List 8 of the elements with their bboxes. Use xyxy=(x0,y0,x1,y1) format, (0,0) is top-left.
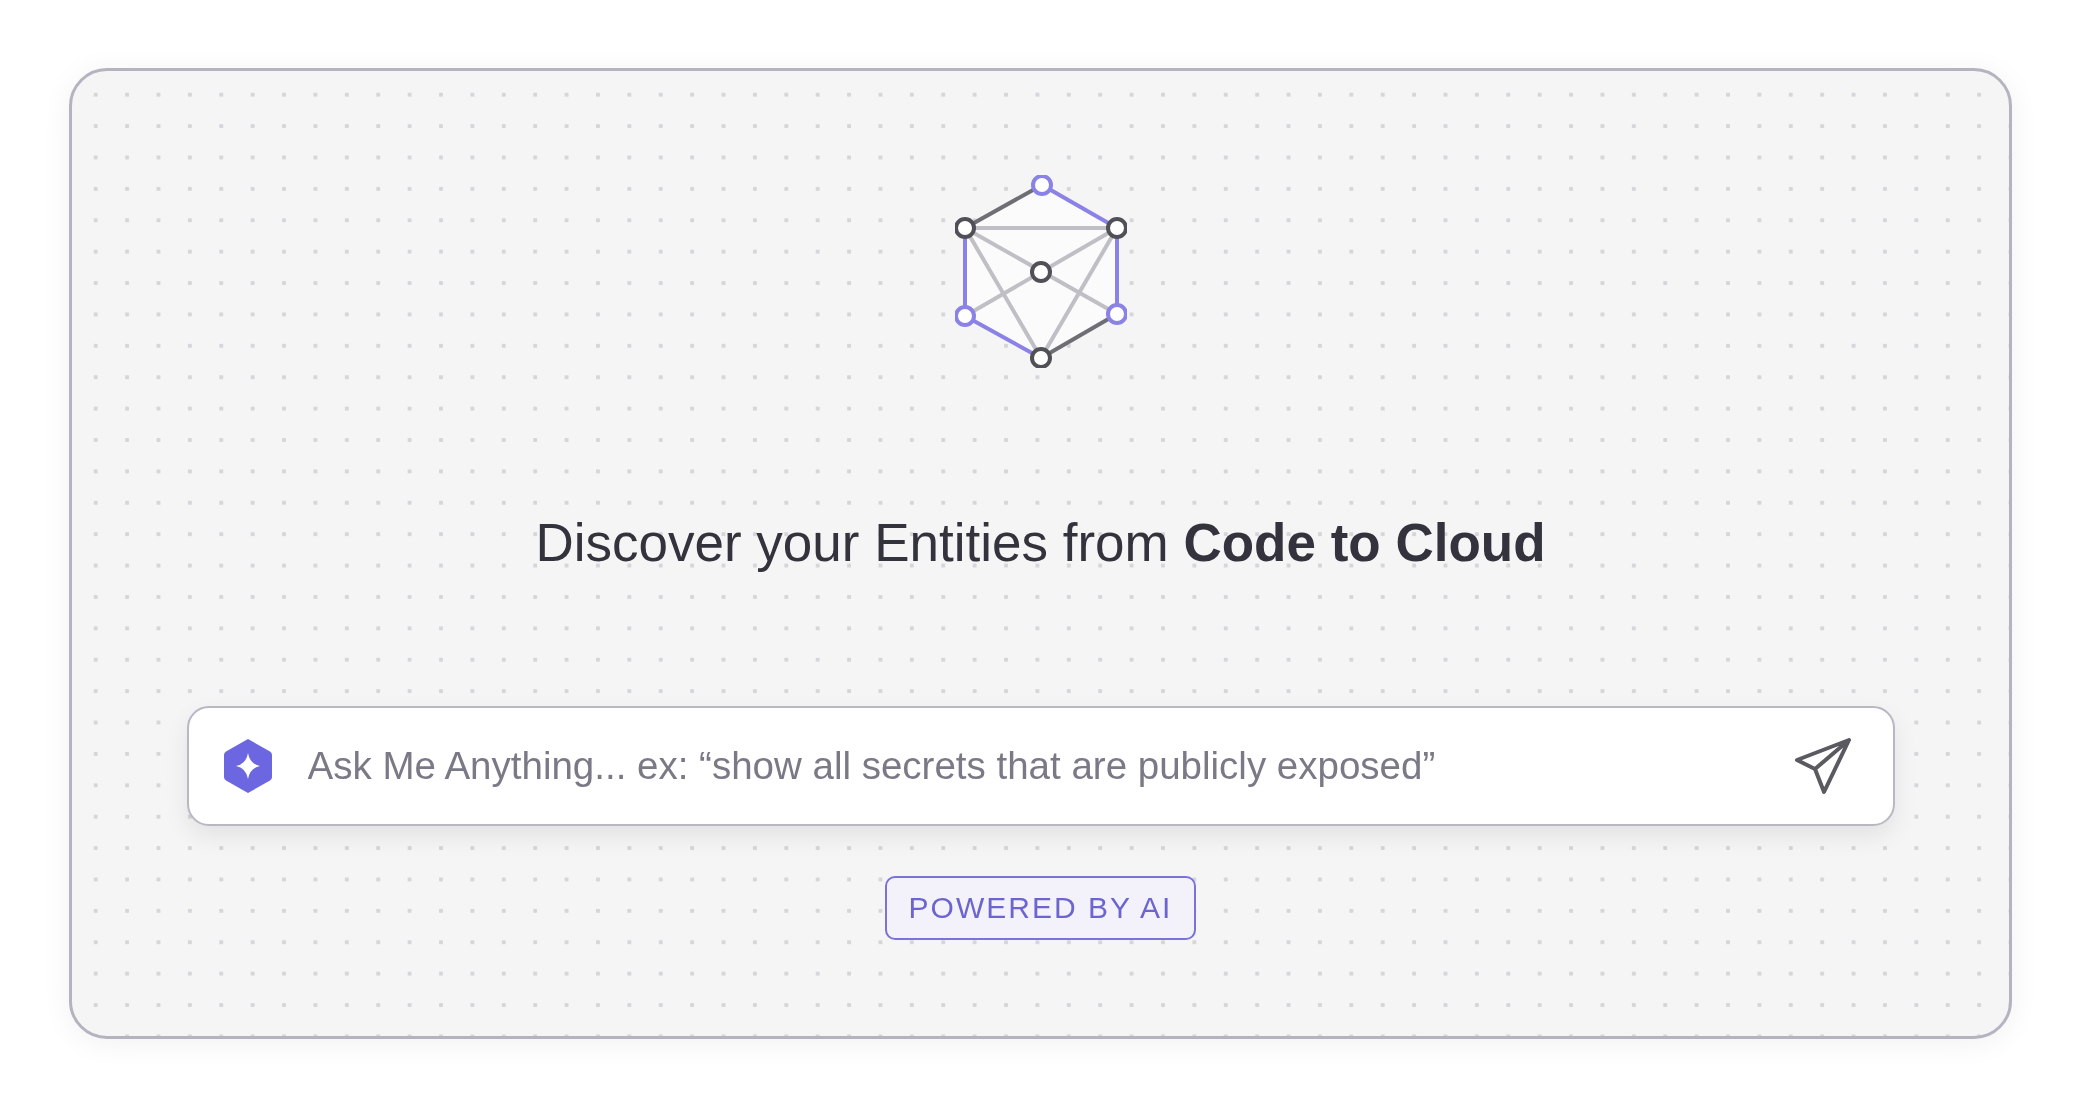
send-button[interactable] xyxy=(1792,736,1853,796)
sparkle-hexagon-icon xyxy=(221,737,274,795)
paper-plane-icon xyxy=(1792,736,1853,796)
ask-field[interactable]: Ask Me Anything... ex: “show all secrets that are publicly exposed” xyxy=(186,706,1895,826)
text-input[interactable]: Ask Me Anything... ex: “show all secrets that are publicly exposed” xyxy=(307,744,1759,788)
heading: Discover your Entities from Code to Cloud xyxy=(535,513,1546,573)
powered-by-badge: POWERED BY AI xyxy=(884,876,1197,940)
graph-hexagon-icon xyxy=(954,175,1127,368)
